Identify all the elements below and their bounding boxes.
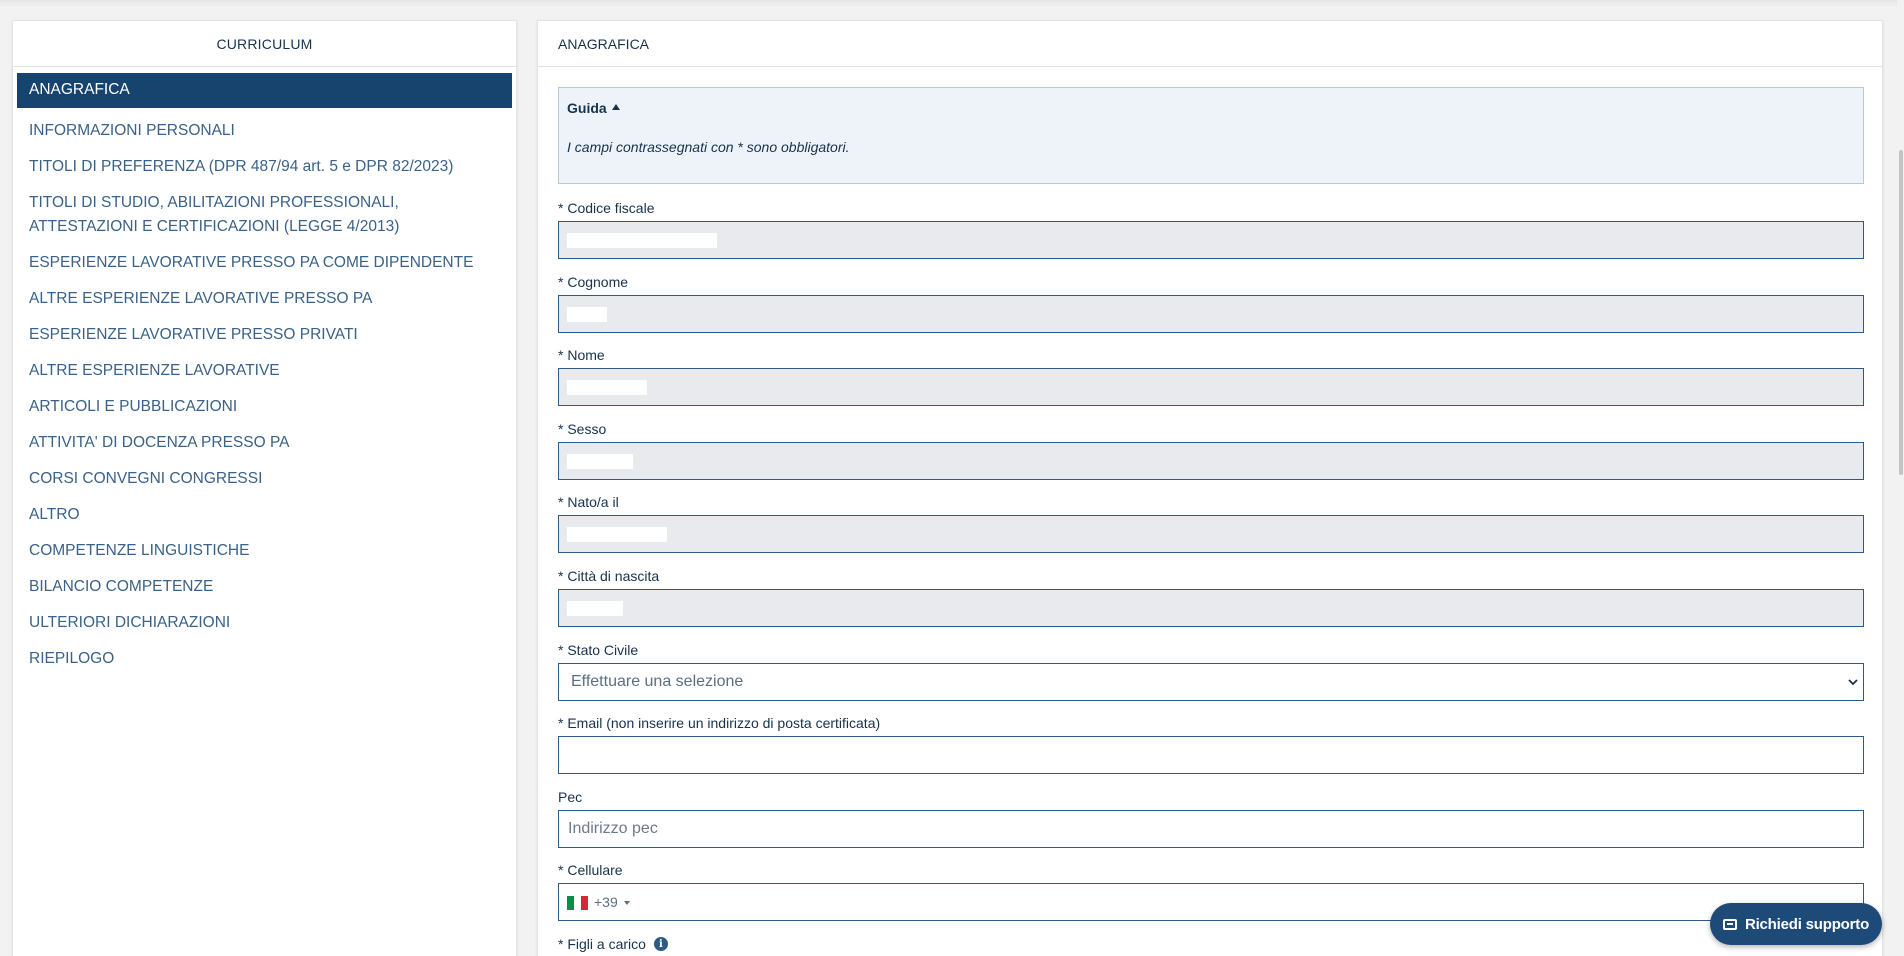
sesso-label: * Sesso [558,420,1864,438]
cellulare-label: * Cellulare [558,861,1864,879]
pec-input[interactable]: Indirizzo pec [558,810,1864,848]
nome-field: * Nome [558,346,1864,406]
support-button[interactable]: Richiedi supporto [1710,903,1882,945]
pec-placeholder: Indirizzo pec [568,820,658,837]
sidebar-item-bilancio-competenze[interactable]: BILANCIO COMPETENZE [17,571,512,607]
caret-up-icon [611,104,620,110]
sesso-label-text: * Sesso [558,421,607,437]
figli-label-text: * Figli a carico [558,936,646,952]
sidebar-item-ulteriori-dichiarazioni[interactable]: ULTERIORI DICHIARAZIONI [17,607,512,643]
sesso-field: * Sesso [558,420,1864,480]
mail-icon [1722,918,1737,930]
citta-nascita-input [558,589,1864,627]
guide-box: Guida I campi contrassegnati con * sono … [558,87,1864,184]
sidebar-item-altre-esperienze-pa[interactable]: ALTRE ESPERIENZE LAVORATIVE PRESSO PA [17,283,512,319]
stato-civile-label-text: * Stato Civile [558,642,639,658]
sidebar-item-corsi[interactable]: CORSI CONVEGNI CONGRESSI [17,463,512,499]
chevron-down-icon [1848,679,1858,686]
citta-nascita-label: * Città di nascita [558,567,1864,585]
info-icon[interactable]: i [653,937,668,951]
nato-il-label: * Nato/a il [558,493,1864,511]
stato-civile-selected: Effettuare una selezione [571,673,744,690]
anagrafica-panel: ANAGRAFICA Guida I campi contrassegnati … [537,20,1883,956]
sidebar-item-articoli[interactable]: ARTICOLI E PUBBLICAZIONI [17,391,512,427]
nome-label: * Nome [558,346,1864,364]
redacted-value [567,307,607,322]
sidebar-item-altro[interactable]: ALTRO [17,499,512,535]
sidebar-item-esperienze-privati[interactable]: ESPERIENZE LAVORATIVE PRESSO PRIVATI [17,319,512,355]
page-title: ANAGRAFICA [538,21,1882,67]
redacted-value [567,233,717,248]
guide-toggle[interactable]: Guida [567,100,1855,116]
cellulare-field: * Cellulare +39 [558,861,1864,921]
nome-input [558,368,1864,406]
redacted-value [567,527,667,542]
sidebar-item-informazioni-personali[interactable]: INFORMAZIONI PERSONALI [17,115,512,151]
cognome-label-text: * Cognome [558,274,629,290]
pec-label-text: Pec [558,789,583,805]
italy-flag-icon[interactable] [567,896,588,910]
redacted-value [567,454,633,469]
sidebar-item-riepilogo[interactable]: RIEPILOGO [17,643,512,679]
redacted-value [567,601,623,616]
citta-nascita-field: * Città di nascita [558,567,1864,627]
figli-label: * Figli a carico i [558,935,1864,953]
sidebar-item-titoli-preferenza[interactable]: TITOLI DI PREFERENZA (DPR 487/94 art. 5 … [17,151,512,187]
sesso-input [558,442,1864,480]
citta-nascita-label-text: * Città di nascita [558,568,660,584]
page-scrollbar[interactable] [1897,0,1904,956]
sidebar-item-esperienze-pa-dipendente[interactable]: ESPERIENZE LAVORATIVE PRESSO PA COME DIP… [17,247,512,283]
support-button-label: Richiedi supporto [1744,915,1870,933]
sidebar-item-altre-esperienze[interactable]: ALTRE ESPERIENZE LAVORATIVE [17,355,512,391]
nato-il-label-text: * Nato/a il [558,494,619,510]
stato-civile-select[interactable]: Effettuare una selezione [558,663,1864,701]
sidebar-title: CURRICULUM [13,21,516,67]
codice-fiscale-input [558,221,1864,259]
codice-fiscale-label-text: * Codice fiscale [558,200,655,216]
sidebar-item-titoli-studio[interactable]: TITOLI DI STUDIO, ABILITAZIONI PROFESSIO… [17,187,512,247]
guide-text: I campi contrassegnati con * sono obblig… [567,139,850,155]
sidebar-item-docenza[interactable]: ATTIVITA' DI DOCENZA PRESSO PA [17,427,512,463]
stato-civile-label: * Stato Civile [558,641,1864,659]
country-dropdown-icon[interactable] [624,901,630,905]
curriculum-sidebar: CURRICULUM ANAGRAFICA INFORMAZIONI PERSO… [12,20,517,956]
figli-field: * Figli a carico i [558,935,1864,953]
codice-fiscale-label: * Codice fiscale [558,199,1864,217]
sidebar-item-competenze-linguistiche[interactable]: COMPETENZE LINGUISTICHE [17,535,512,571]
cognome-field: * Cognome [558,273,1864,333]
email-field: * Email (non inserire un indirizzo di po… [558,714,1864,774]
scrollbar-thumb[interactable] [1899,150,1903,475]
top-shadow [0,0,1904,8]
redacted-value [567,380,647,395]
email-label-text: * Email (non inserire un indirizzo di po… [558,715,881,731]
pec-field: Pec Indirizzo pec [558,788,1864,848]
stato-civile-field: * Stato Civile Effettuare una selezione [558,641,1864,701]
sidebar-menu: ANAGRAFICA INFORMAZIONI PERSONALI TITOLI… [13,67,516,679]
codice-fiscale-field: * Codice fiscale [558,199,1864,259]
cognome-input [558,295,1864,333]
cellulare-input[interactable]: +39 [558,883,1864,921]
dial-code: +39 [594,894,618,910]
nato-il-field: * Nato/a il [558,493,1864,553]
pec-label: Pec [558,788,1864,806]
sidebar-item-anagrafica[interactable]: ANAGRAFICA [17,73,512,108]
nome-label-text: * Nome [558,347,605,363]
guide-title-text: Guida [567,100,607,116]
email-label: * Email (non inserire un indirizzo di po… [558,714,1864,732]
cognome-label: * Cognome [558,273,1864,291]
nato-il-input [558,515,1864,553]
email-input[interactable] [558,736,1864,774]
cellulare-label-text: * Cellulare [558,862,623,878]
